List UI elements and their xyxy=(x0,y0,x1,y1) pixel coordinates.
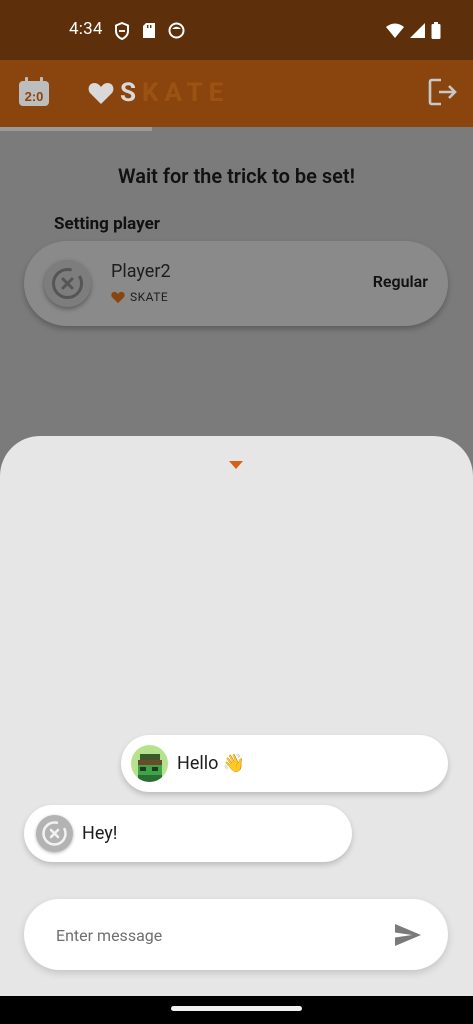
avatar xyxy=(131,745,168,782)
setting-player-label: Setting player xyxy=(54,214,161,234)
wifi-icon xyxy=(386,23,404,38)
status-time: 4:34 xyxy=(69,19,103,39)
message-input[interactable] xyxy=(54,919,378,951)
status-left-icons xyxy=(114,22,185,40)
player-avatar xyxy=(44,260,91,307)
page-title: Wait for the trick to be set! xyxy=(118,164,355,188)
chat-sheet: Hello 👋 Hey! xyxy=(0,436,473,996)
logout-icon xyxy=(428,78,457,106)
heart-icon xyxy=(88,82,114,104)
message-composer xyxy=(24,899,448,970)
send-icon xyxy=(395,924,421,946)
status-bar: 4:34 xyxy=(0,0,473,60)
status-right-icons xyxy=(386,22,441,39)
logo-letter-earned: S xyxy=(120,78,143,108)
home-indicator[interactable] xyxy=(171,1006,302,1011)
avatar-placeholder-icon xyxy=(42,821,67,846)
send-button[interactable] xyxy=(394,923,422,947)
logo-text: SKATE xyxy=(120,78,229,108)
pixel-avatar-icon xyxy=(131,745,168,782)
scoreboard-icon: 2:0 xyxy=(19,77,49,106)
logo-letters-remaining: KATE xyxy=(142,78,230,108)
player-letters: SKATE xyxy=(111,290,168,304)
svg-text:2:0: 2:0 xyxy=(25,89,44,104)
avatar xyxy=(36,815,73,852)
battery-icon xyxy=(431,22,441,39)
player-letters-text: SKATE xyxy=(130,290,169,304)
app-logo: SKATE xyxy=(88,78,229,108)
cell-signal-icon xyxy=(410,23,425,38)
scoreboard-button[interactable]: 2:0 xyxy=(18,77,50,107)
shield-icon xyxy=(115,22,129,40)
player-stance: Regular xyxy=(372,272,428,291)
player-card[interactable]: Player2 SKATE Regular xyxy=(24,241,448,326)
chat-message-incoming: Hello 👋 xyxy=(121,735,448,792)
heart-icon xyxy=(111,291,125,303)
collapse-chevron-icon[interactable] xyxy=(229,461,243,469)
player-name: Player2 xyxy=(111,261,171,282)
system-nav-bar xyxy=(0,996,473,1024)
chat-message-text: Hey! xyxy=(82,823,118,844)
sd-card-icon xyxy=(143,23,155,38)
app-notification-icon xyxy=(168,22,185,39)
exit-button[interactable] xyxy=(427,76,459,108)
app-bar: 2:0 SKATE xyxy=(0,60,473,131)
chat-message-text: Hello 👋 xyxy=(177,753,246,774)
chat-message-outgoing: Hey! xyxy=(24,805,352,862)
avatar-placeholder-icon xyxy=(52,268,83,299)
progress-indicator xyxy=(0,127,152,131)
